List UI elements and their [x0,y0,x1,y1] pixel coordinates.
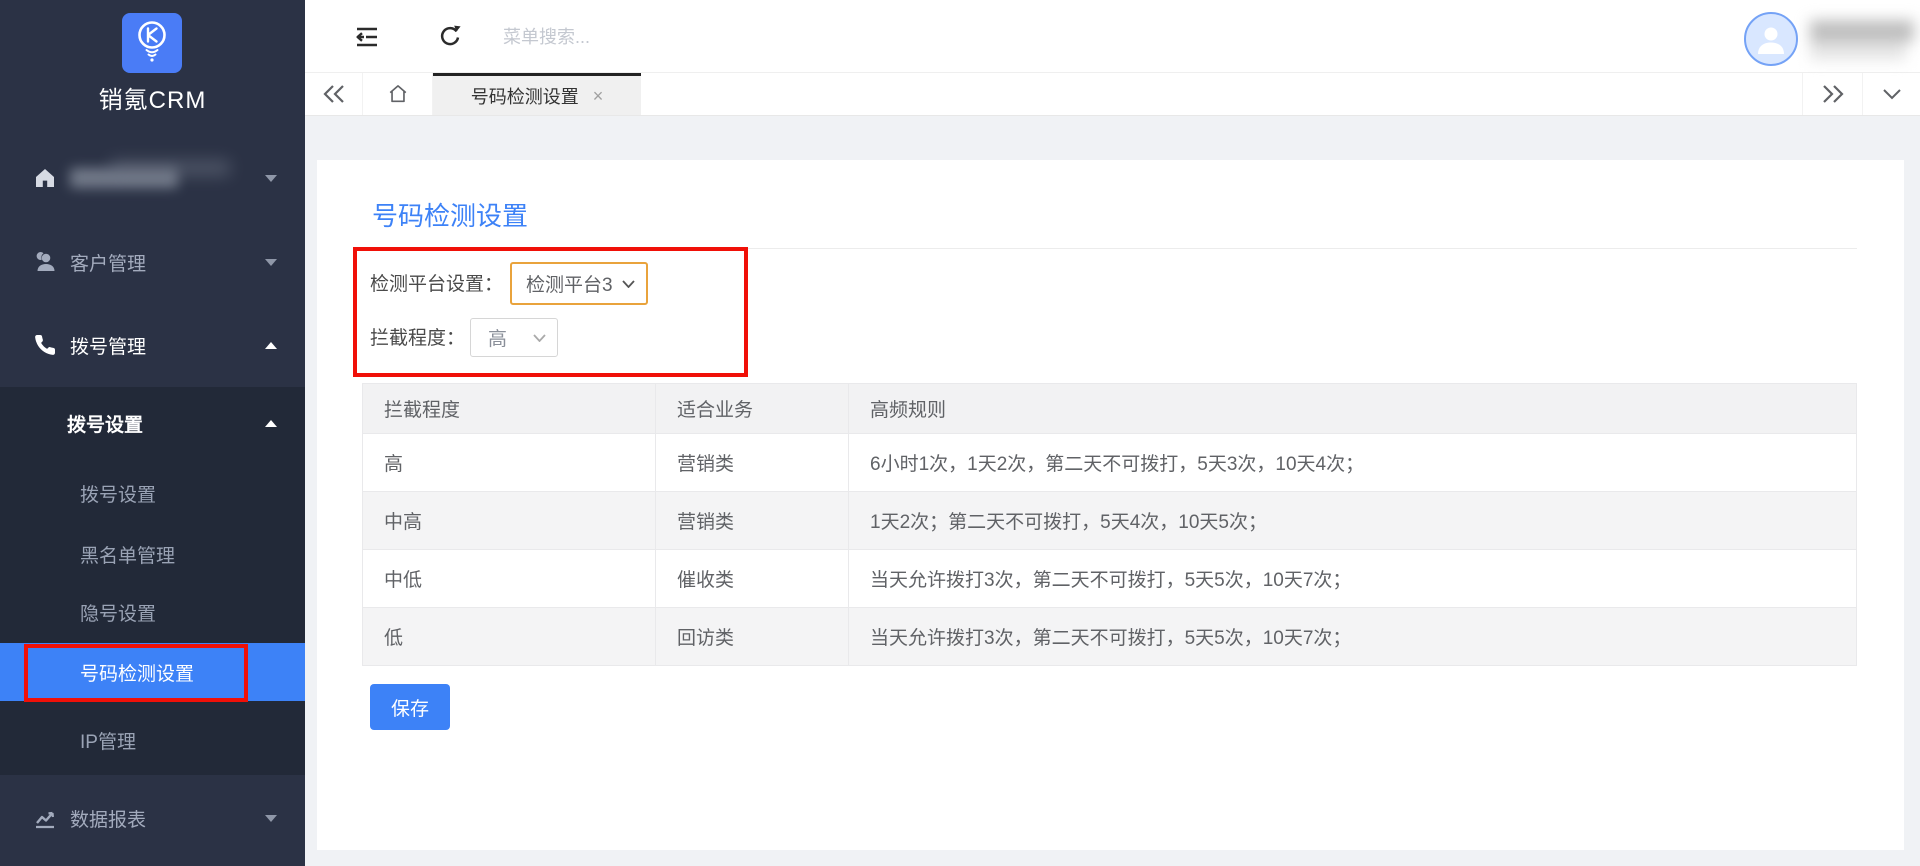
submenu-item-blacklist[interactable]: 黑名单管理 [0,526,305,582]
sidebar-item-data-report[interactable]: 数据报表 [0,790,305,846]
table-header-rule: 高频规则 [848,383,1857,434]
content-area: 号码检测设置 检测平台设置： 检测平台3 拦截程度： 高 拦截程度 适合业务 高… [305,116,1920,866]
submenu-item-number-detection[interactable]: 号码检测设置 [0,643,305,701]
tabs-menu-button[interactable] [1862,73,1920,115]
redacted-smear [110,160,230,176]
table-header-business: 适合业务 [655,383,849,434]
table-row: 低 回访类 当天允许拨打3次，第二天不可拨打，5天5次，10天7次； [362,607,1857,666]
cell-rule: 当天允许拨打3次，第二天不可拨打，5天5次，10天7次； [848,607,1857,666]
cell-business: 营销类 [655,491,849,550]
submenu-item-ip-management[interactable]: IP管理 [0,712,305,768]
cell-business: 营销类 [655,433,849,492]
tab-label: 号码检测设置 [470,86,579,107]
phone-icon [35,334,56,355]
tab-close-icon[interactable]: × [593,87,604,105]
table-header-level: 拦截程度 [362,383,656,434]
tab-number-detection[interactable]: 号码检测设置 × [433,73,641,115]
level-select-label: 拦截程度： [370,328,466,349]
tabbar: 号码检测设置 × [305,73,1920,116]
submenu-item-label: 黑名单管理 [80,545,176,567]
sidebar-item-dial-management[interactable]: 拨号管理 [0,317,305,373]
user-icon [36,252,55,271]
platform-select-label: 检测平台设置： [370,274,504,295]
caret-down-icon [265,174,277,182]
menu-search-input[interactable] [503,22,743,52]
avatar[interactable] [1744,12,1798,66]
cell-rule: 1天2次；第二天不可拨打，5天4次，10天5次； [848,491,1857,550]
redacted-username[interactable] [1810,20,1914,64]
submenu-item-hidden-number[interactable]: 隐号设置 [0,584,305,640]
submenu-item-label: 拨号设置 [80,484,157,506]
home-outline-icon [389,85,406,103]
table-row: 中低 催收类 当天允许拨打3次，第二天不可拨打，5天5次，10天7次； [362,549,1857,608]
submenu-item-label: 号码检测设置 [80,663,195,685]
chevron-down-icon [1882,89,1901,100]
save-button[interactable]: 保存 [370,684,450,730]
tabs-scroll-left-button[interactable] [305,73,363,115]
caret-up-icon [265,419,277,427]
double-chevron-left-icon [322,85,344,103]
double-chevron-right-icon [1822,85,1844,103]
table-row: 中高 营销类 1天2次；第二天不可拨打，5天4次，10天5次； [362,491,1857,550]
sidebar-item-customer-management[interactable]: 客户管理 [0,234,305,290]
collapse-sidebar-icon[interactable] [353,25,379,49]
caret-down-icon [265,258,277,266]
cell-level: 中低 [362,549,656,608]
brand-name: 销氪CRM [98,87,207,114]
refresh-icon[interactable] [437,24,463,48]
caret-up-icon [265,341,277,349]
sidebar-item-label: 客户管理 [70,253,147,275]
cell-rule: 6小时1次，1天2次，第二天不可拨打，5天3次，10天4次； [848,433,1857,492]
page-title: 号码检测设置 [372,201,529,231]
submenu-header-dial-settings[interactable]: 拨号设置 [0,396,305,450]
sidebar-item-label: 拨号管理 [70,336,147,358]
sidebar-item-home[interactable] [0,150,305,206]
level-select[interactable]: 高 [470,318,558,357]
submenu-item-label: IP管理 [80,731,136,753]
caret-down-icon [265,814,277,822]
settings-card: 号码检测设置 检测平台设置： 检测平台3 拦截程度： 高 拦截程度 适合业务 高… [317,160,1904,850]
chevron-down-icon [622,279,635,288]
sidebar: 销氪CRM 客户管理 拨号管理 拨号设置 拨号设置 黑名单管理 隐号设置 号码检… [0,0,305,866]
chart-icon [36,811,54,829]
cell-level: 高 [362,433,656,492]
sidebar-item-label: 数据报表 [70,809,147,831]
cell-level: 中高 [362,491,656,550]
tabs-scroll-right-button[interactable] [1802,73,1862,115]
table-header-row: 拦截程度 适合业务 高频规则 [362,383,1857,434]
interception-rules-table: 拦截程度 适合业务 高频规则 高 营销类 6小时1次，1天2次，第二天不可拨打，… [362,383,1857,666]
chevron-down-icon [533,333,546,342]
topbar [305,0,1920,73]
cell-rule: 当天允许拨打3次，第二天不可拨打，5天5次，10天7次； [848,549,1857,608]
platform-select-value: 检测平台3 [526,275,613,296]
title-divider [362,248,1857,249]
cell-business: 回访类 [655,607,849,666]
level-select-value: 高 [488,329,508,350]
avatar-person-icon [1758,27,1784,54]
cell-level: 低 [362,607,656,666]
submenu-header-label: 拨号设置 [67,414,144,436]
table-row: 高 营销类 6小时1次，1天2次，第二天不可拨打，5天3次，10天4次； [362,433,1857,492]
home-icon [36,169,54,187]
submenu-item-dial-settings[interactable]: 拨号设置 [0,465,305,521]
platform-select[interactable]: 检测平台3 [510,262,648,305]
cell-business: 催收类 [655,549,849,608]
submenu-item-label: 隐号设置 [80,603,157,625]
home-tab-button[interactable] [363,73,433,115]
brand-logo-icon [122,13,182,73]
